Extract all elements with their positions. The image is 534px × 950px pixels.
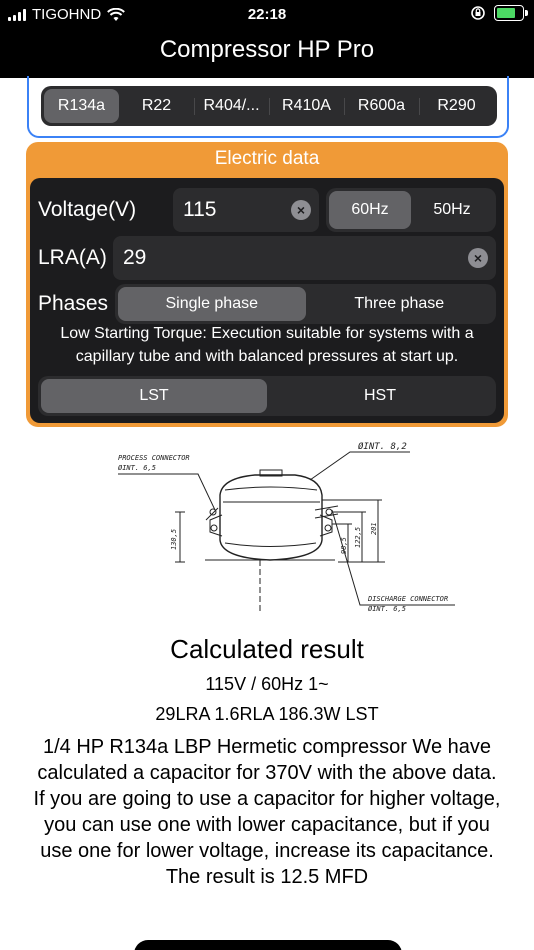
nav-title: Compressor HP Pro: [159, 36, 375, 63]
lra-field[interactable]: 29 ×: [113, 236, 496, 280]
refrigerant-option-r290[interactable]: R290: [419, 89, 494, 123]
torque-option-hst[interactable]: HST: [267, 379, 493, 413]
discharge-connector-dim: ØINT. 6,5: [368, 605, 406, 613]
clock: 22:18: [247, 6, 287, 23]
lra-value: 29: [123, 246, 147, 269]
status-bar: TIGOHND 22:18: [0, 0, 534, 30]
dim-right-2-label: 122,5: [354, 527, 362, 548]
refrigerant-card: R134a R22 R404/... R410A R600a R290: [27, 76, 509, 138]
result-title: Calculated result: [170, 634, 364, 664]
refrigerant-option-r404[interactable]: R404/...: [194, 89, 269, 123]
voltage-field[interactable]: 115 ×: [173, 188, 319, 232]
torque-segmented-control: LST HST: [38, 376, 496, 416]
phases-segmented-control: Single phase Three phase: [115, 284, 496, 324]
torque-description: Low Starting Torque: Execution suitable …: [60, 325, 474, 365]
orientation-lock-icon: [471, 6, 485, 20]
voltage-label: Voltage(V): [38, 198, 137, 221]
top-dim-label: ØINT. 8,2: [358, 441, 407, 452]
result-description: 1/4 HP R134a LBP Hermetic compressor We …: [33, 736, 501, 888]
refrigerant-option-r410a[interactable]: R410A: [269, 89, 344, 123]
refrigerant-option-r22[interactable]: R22: [119, 89, 194, 123]
lra-label: LRA(A): [38, 246, 107, 269]
electric-data-title: Electric data: [214, 148, 320, 169]
frequency-segmented-control: 60Hz 50Hz: [326, 188, 496, 232]
phase-option-three[interactable]: Three phase: [306, 287, 494, 321]
dim-left-label: 130,5: [170, 529, 178, 550]
process-connector-dim: ØINT. 6,5: [118, 464, 156, 472]
discharge-connector-label: DISCHARGE CONNECTOR: [367, 595, 448, 603]
frequency-option-60hz[interactable]: 60Hz: [329, 191, 411, 229]
battery-icon: [494, 5, 528, 21]
electric-data-panel: Electric data Voltage(V) 115 × 60Hz 50Hz…: [26, 142, 508, 427]
phases-label: Phases: [38, 292, 109, 315]
result-load-summary: 29LRA 1.6RLA 186.3W LST: [155, 704, 379, 724]
refrigerant-segmented-control: R134a R22 R404/... R410A R600a R290: [41, 86, 497, 126]
dim-right-3-label: 201: [370, 522, 378, 535]
compressor-diagram: PROCESS CONNECTOR ØINT. 6,5 ØINT. 8,2 DI…: [118, 441, 455, 613]
process-connector-label: PROCESS CONNECTOR: [118, 454, 190, 462]
voltage-clear-icon[interactable]: ×: [291, 200, 311, 220]
top-bar: TIGOHND 22:18 Compressor HP Pro: [0, 0, 534, 78]
result-electrical-summary: 115V / 60Hz 1~: [205, 674, 329, 694]
refrigerant-option-r134a[interactable]: R134a: [44, 89, 119, 123]
bottom-action-button[interactable]: [134, 940, 402, 950]
dim-right-1-label: 98,5: [340, 537, 348, 554]
voltage-value: 115: [183, 198, 217, 221]
phase-option-single[interactable]: Single phase: [118, 287, 306, 321]
electric-data-form: Voltage(V) 115 × 60Hz 50Hz LRA(A) 29 × P…: [30, 178, 504, 423]
frequency-option-50hz[interactable]: 50Hz: [411, 191, 493, 229]
lra-clear-icon[interactable]: ×: [468, 248, 488, 268]
torque-option-lst[interactable]: LST: [41, 379, 267, 413]
refrigerant-option-r600a[interactable]: R600a: [344, 89, 419, 123]
